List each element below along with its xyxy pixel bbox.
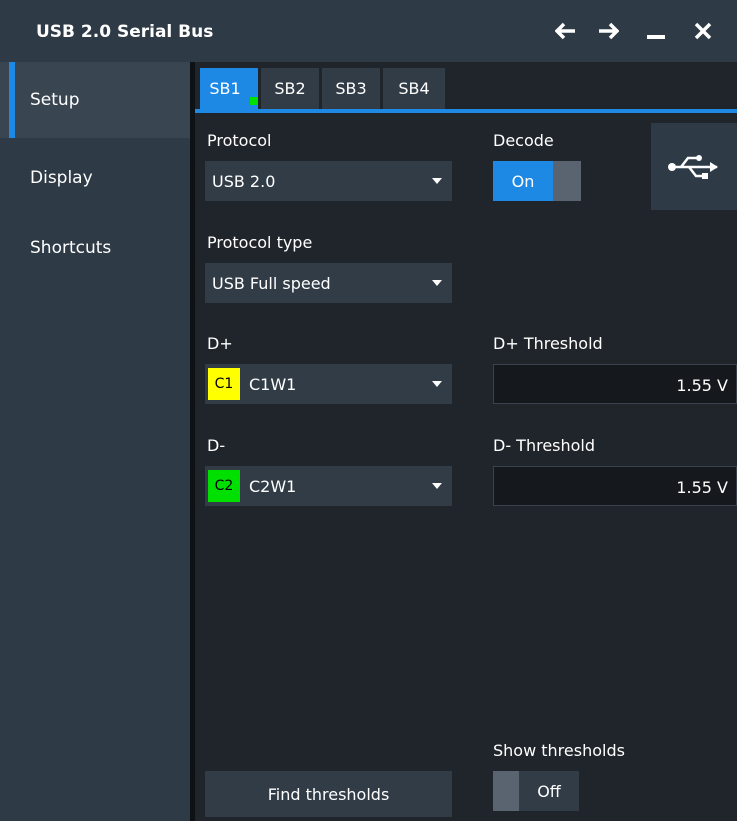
usb-icon (668, 154, 718, 179)
sidebar-item-setup[interactable]: Setup (0, 62, 190, 138)
toggle-knob (553, 161, 581, 201)
sidebar-item-label: Shortcuts (30, 238, 112, 258)
tab-sb1[interactable]: SB1 (200, 68, 258, 109)
sidebar-item-label: Setup (30, 90, 80, 110)
active-indicator (9, 62, 15, 138)
sidebar-item-label: Display (30, 168, 93, 188)
dminus-label: D- (207, 436, 226, 455)
tab-sb2[interactable]: SB2 (261, 68, 319, 109)
toggle-state: On (493, 161, 553, 201)
dminus-threshold-value: 1.55 V (676, 478, 728, 497)
tabs-underline (195, 109, 737, 113)
channel-badge: C2 (208, 470, 240, 502)
window-title: USB 2.0 Serial Bus (36, 22, 214, 42)
tab-label: SB4 (398, 79, 430, 98)
protocol-label: Protocol (207, 131, 272, 150)
chevron-down-icon (432, 483, 442, 489)
sidebar-item-display[interactable]: Display (0, 138, 190, 214)
tab-label: SB1 (209, 79, 241, 98)
protocol-type-dropdown[interactable]: USB Full speed (205, 263, 452, 303)
dplus-source-value: C1W1 (249, 375, 297, 394)
toggle-knob (493, 771, 519, 811)
tab-label: SB2 (274, 79, 306, 98)
dplus-threshold-label: D+ Threshold (493, 334, 603, 353)
protocol-dropdown[interactable]: USB 2.0 (205, 161, 452, 201)
close-icon[interactable] (685, 16, 721, 46)
title-bar: USB 2.0 Serial Bus (0, 0, 737, 62)
find-thresholds-button[interactable]: Find thresholds (205, 771, 452, 817)
protocol-value: USB 2.0 (212, 172, 276, 191)
protocol-type-label: Protocol type (207, 233, 313, 252)
protocol-type-value: USB Full speed (212, 274, 331, 293)
dminus-source-value: C2W1 (249, 477, 297, 496)
decode-label: Decode (493, 131, 554, 150)
tab-sb4[interactable]: SB4 (383, 68, 445, 109)
active-status-dot (250, 97, 258, 105)
channel-badge: C1 (208, 368, 240, 400)
chevron-down-icon (432, 178, 442, 184)
tab-sb3[interactable]: SB3 (322, 68, 380, 109)
show-thresholds-toggle[interactable]: Off (493, 771, 581, 811)
sidebar-item-shortcuts[interactable]: Shortcuts (0, 214, 190, 290)
minimize-icon[interactable] (638, 16, 674, 46)
dplus-label: D+ (207, 334, 233, 353)
dminus-threshold-input[interactable]: 1.55 V (493, 466, 737, 506)
chevron-down-icon (432, 280, 442, 286)
dplus-threshold-input[interactable]: 1.55 V (493, 364, 737, 404)
dplus-threshold-value: 1.55 V (676, 376, 728, 395)
chevron-down-icon (432, 381, 442, 387)
show-thresholds-label: Show thresholds (493, 741, 625, 760)
usb-logo-box (651, 123, 737, 210)
dplus-source-dropdown[interactable]: C1 C1W1 (205, 364, 452, 404)
decode-toggle[interactable]: On (493, 161, 581, 201)
toggle-state: Off (519, 771, 579, 811)
forward-arrow-icon[interactable] (590, 16, 626, 46)
sidebar: Setup Display Shortcuts (0, 62, 190, 821)
back-arrow-icon[interactable] (548, 16, 584, 46)
dminus-threshold-label: D- Threshold (493, 436, 596, 455)
dminus-source-dropdown[interactable]: C2 C2W1 (205, 466, 452, 506)
tab-label: SB3 (335, 79, 367, 98)
